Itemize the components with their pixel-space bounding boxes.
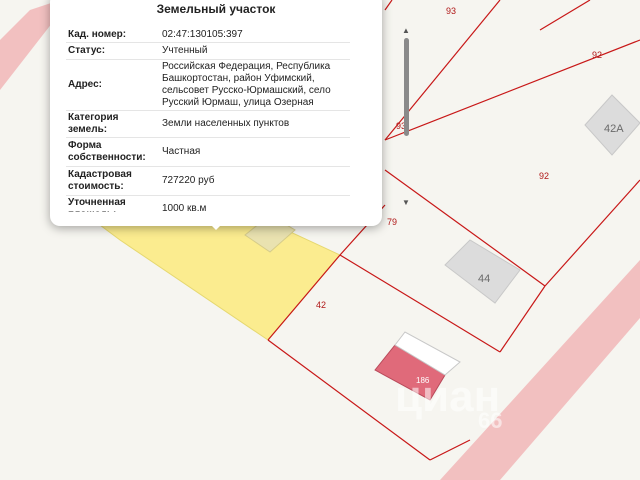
parcel-label: 93 [446,6,457,16]
row-label: Кад. номер: [68,29,127,40]
house-label: 42А [604,123,624,135]
row-label: Категория земель: [68,112,119,135]
close-icon[interactable]: × [377,0,386,2]
info-popup: Земельный участок × Кад. номер: 02:47:13… [50,0,410,230]
parcel-label: 42 [316,300,327,310]
parcel-label: 92 [592,50,603,60]
row-value: Учтенный [162,45,208,56]
watermark-digits: 66 [478,408,503,433]
row-value: Частная [162,146,201,157]
table-row: Адрес: Российская Федерация, Республика … [66,60,350,111]
table-row: Форма собственности: Частная [66,138,350,167]
house-label: 44 [478,273,491,285]
parcel-label: 92 [539,171,550,181]
row-value: 02:47:130105:397 [162,29,243,40]
row-label: Статус: [68,45,106,56]
row-label: Кадастровая стоимость: [68,169,132,192]
popup-title: Земельный участок [156,2,276,16]
scroll-thumb[interactable] [404,38,409,136]
row-value: 727220 руб [162,175,215,186]
row-value: Земли населенных пунктов [162,118,290,129]
row-label: Адрес: [68,79,102,90]
popup-scrollbar[interactable]: ▲ ▼ [402,26,412,207]
table-row: Уточненная площадь: 1000 кв.м [66,196,350,212]
table-row: Статус: Учтенный [66,43,350,60]
row-label: Форма собственности: [68,140,146,163]
table-row: Кад. номер: 02:47:130105:397 [66,28,350,43]
popup-tail [202,216,230,230]
table-row: Категория земель: Земли населенных пункт… [66,111,350,138]
parcel-label: 79 [387,217,398,227]
table-row: Кадастровая стоимость: 727220 руб [66,167,350,196]
scroll-up-icon[interactable]: ▲ [402,26,410,35]
scroll-down-icon[interactable]: ▼ [402,198,410,207]
row-label: Уточненная площадь: [68,197,126,212]
row-value: Российская Федерация, Республика Башкорт… [162,61,331,108]
property-table: Кад. номер: 02:47:130105:397 Статус: Учт… [66,28,350,212]
row-value: 1000 кв.м [162,203,207,212]
